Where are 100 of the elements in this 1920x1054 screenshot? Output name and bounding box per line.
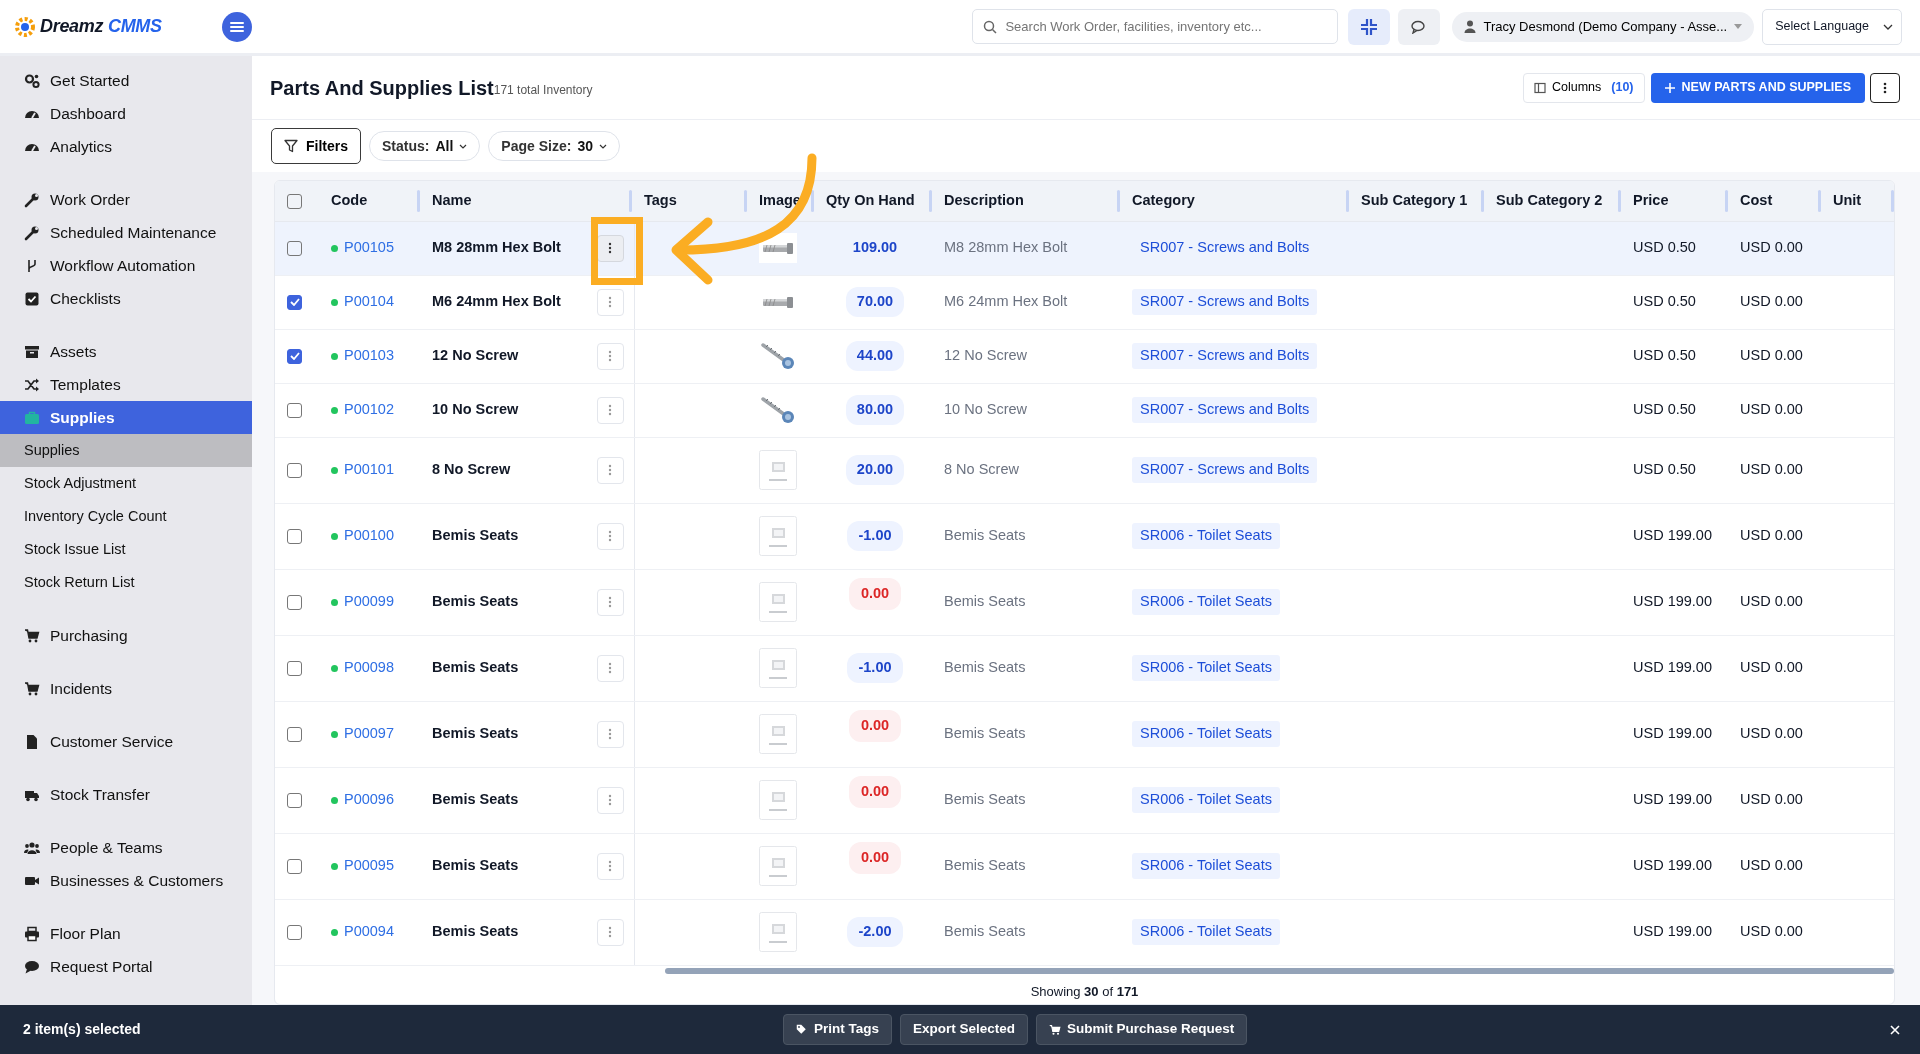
sidebar-subitem[interactable]: Stock Return List — [0, 566, 252, 599]
page-size-dropdown[interactable]: Page Size: 30 — [488, 131, 620, 161]
scan-button[interactable] — [1348, 8, 1391, 45]
item-code-link[interactable]: P00095 — [344, 857, 394, 874]
sidebar-item[interactable]: Floor Plan — [0, 917, 252, 950]
inventory-count: 171 total Inventory — [493, 82, 593, 99]
sidebar-item[interactable]: Get Started — [0, 64, 252, 97]
row-checkbox[interactable] — [287, 594, 302, 610]
sidebar-item[interactable]: Checklists — [0, 282, 252, 315]
chat-button[interactable] — [1398, 8, 1441, 45]
qty-value: 0.00 — [848, 842, 902, 874]
close-button[interactable] — [1890, 1024, 1900, 1035]
sidebar-item[interactable]: Stock Transfer — [0, 778, 252, 811]
kebab-icon — [608, 926, 612, 938]
item-code-link[interactable]: P00094 — [344, 923, 394, 940]
item-code-link[interactable]: P00099 — [344, 593, 394, 610]
sidebar-item[interactable]: Analytics — [0, 130, 252, 163]
column-header[interactable]: Description — [944, 191, 1024, 208]
menu-button[interactable] — [222, 11, 252, 42]
row-checkbox[interactable] — [287, 726, 302, 742]
columns-button[interactable]: Columns (10) — [1522, 72, 1645, 103]
column-header[interactable]: Unit — [1833, 191, 1862, 208]
search-field[interactable]: Search Work Order, facilities, inventory etc... — [972, 9, 1339, 44]
row-checkbox[interactable] — [287, 294, 302, 310]
sidebar-item[interactable]: Supplies — [0, 401, 252, 434]
item-name: Bemis Seats — [432, 724, 519, 744]
file-icon — [24, 733, 40, 750]
row-checkbox[interactable] — [287, 462, 302, 478]
chevron-down-icon — [598, 143, 607, 149]
qty-value: 0.00 — [848, 776, 902, 808]
column-header[interactable]: Cost — [1740, 191, 1773, 208]
item-cost: USD 0.00 — [1740, 923, 1803, 940]
filters-button[interactable]: Filters — [271, 128, 361, 164]
column-header[interactable]: Tags — [644, 191, 677, 208]
row-checkbox[interactable] — [287, 402, 302, 418]
item-cost: USD 0.00 — [1740, 791, 1803, 808]
item-description: Bemis Seats — [944, 857, 1026, 874]
sidebar-subitem[interactable]: Supplies — [0, 434, 252, 467]
item-code-link[interactable]: P00098 — [344, 659, 394, 676]
sidebar-item[interactable]: Scheduled Maintenance — [0, 216, 252, 249]
action-button[interactable]: Print Tags — [783, 1014, 892, 1045]
user-icon — [1464, 20, 1477, 33]
language-select[interactable]: Select Language — [1762, 8, 1902, 45]
item-code-link[interactable]: P00096 — [344, 791, 394, 808]
sidebar-subitem[interactable]: Stock Issue List — [0, 533, 252, 566]
new-item-button[interactable]: NEW PARTS AND SUPPLIES — [1650, 72, 1865, 103]
item-cost: USD 0.00 — [1740, 659, 1803, 676]
column-header[interactable]: Code — [331, 191, 368, 208]
sidebar-item[interactable]: Incidents — [0, 672, 252, 705]
sidebar-item[interactable]: People & Teams — [0, 831, 252, 864]
status-dropdown[interactable]: Status: All — [369, 131, 481, 161]
user-menu[interactable]: Tracy Desmond (Demo Company - Asse... — [1452, 11, 1755, 42]
column-header[interactable]: Name — [432, 191, 472, 208]
item-name: Bemis Seats — [432, 658, 519, 678]
sidebar-item[interactable]: Businesses & Customers — [0, 864, 252, 897]
item-description: Bemis Seats — [944, 593, 1026, 610]
item-cost: USD 0.00 — [1740, 527, 1803, 544]
sidebar-item[interactable]: Assets — [0, 335, 252, 368]
sidebar-subitem[interactable]: Inventory Cycle Count — [0, 500, 252, 533]
sidebar-item[interactable]: Request Portal — [0, 950, 252, 983]
sidebar-item[interactable]: Customer Service — [0, 725, 252, 758]
more-button[interactable] — [1870, 72, 1900, 103]
row-checkbox[interactable] — [287, 348, 302, 364]
item-code-link[interactable]: P00101 — [344, 461, 394, 478]
action-button[interactable]: Export Selected — [900, 1014, 1029, 1045]
row-checkbox[interactable] — [287, 240, 302, 256]
category-tag: SR006 - Toilet Seats — [1132, 787, 1280, 813]
row-checkbox[interactable] — [287, 924, 302, 940]
sidebar-item[interactable]: Workflow Automation — [0, 249, 252, 282]
sidebar-item[interactable]: Dashboard — [0, 97, 252, 130]
horizontal-scrollbar[interactable] — [665, 967, 1894, 974]
row-checkbox[interactable] — [287, 528, 302, 544]
item-code-link[interactable]: P00105 — [344, 239, 394, 256]
qty-value: -1.00 — [847, 653, 903, 683]
item-cost: USD 0.00 — [1740, 347, 1803, 364]
row-checkbox[interactable] — [287, 660, 302, 676]
category-tag: SR007 - Screws and Bolts — [1132, 343, 1318, 369]
item-code-link[interactable]: P00102 — [344, 401, 394, 418]
item-price: USD 0.50 — [1633, 401, 1696, 418]
category-tag: SR006 - Toilet Seats — [1132, 919, 1280, 945]
sidebar-item[interactable]: Work Order — [0, 183, 252, 216]
select-all-checkbox[interactable] — [287, 193, 302, 209]
sidebar-item[interactable]: Templates — [0, 368, 252, 401]
gears-icon — [24, 72, 40, 89]
item-code-link[interactable]: P00103 — [344, 347, 394, 364]
item-code-link[interactable]: P00097 — [344, 725, 394, 742]
row-checkbox[interactable] — [287, 792, 302, 808]
row-checkbox[interactable] — [287, 858, 302, 874]
sidebar-subitem[interactable]: Stock Adjustment — [0, 467, 252, 500]
item-code-link[interactable]: P00100 — [344, 527, 394, 544]
item-code-link[interactable]: P00104 — [344, 293, 394, 310]
checkbox-icon — [24, 290, 40, 307]
highlighted-row[interactable]: P00105 M8 28mm Hex Bolt 109.00 M8 28mm Hex Bolt SR007 - Screws and Bolts USD 0.50 USD 0.00 — [275, 221, 1894, 275]
sidebar-item[interactable]: Purchasing — [0, 619, 252, 652]
column-header[interactable]: Price — [1633, 191, 1669, 208]
column-header[interactable]: Category — [1132, 191, 1195, 208]
item-name: 12 No Screw — [432, 346, 519, 366]
kebab-icon — [608, 296, 612, 308]
action-button[interactable]: Submit Purchase Request — [1036, 1014, 1248, 1045]
item-price: USD 199.00 — [1633, 659, 1712, 676]
